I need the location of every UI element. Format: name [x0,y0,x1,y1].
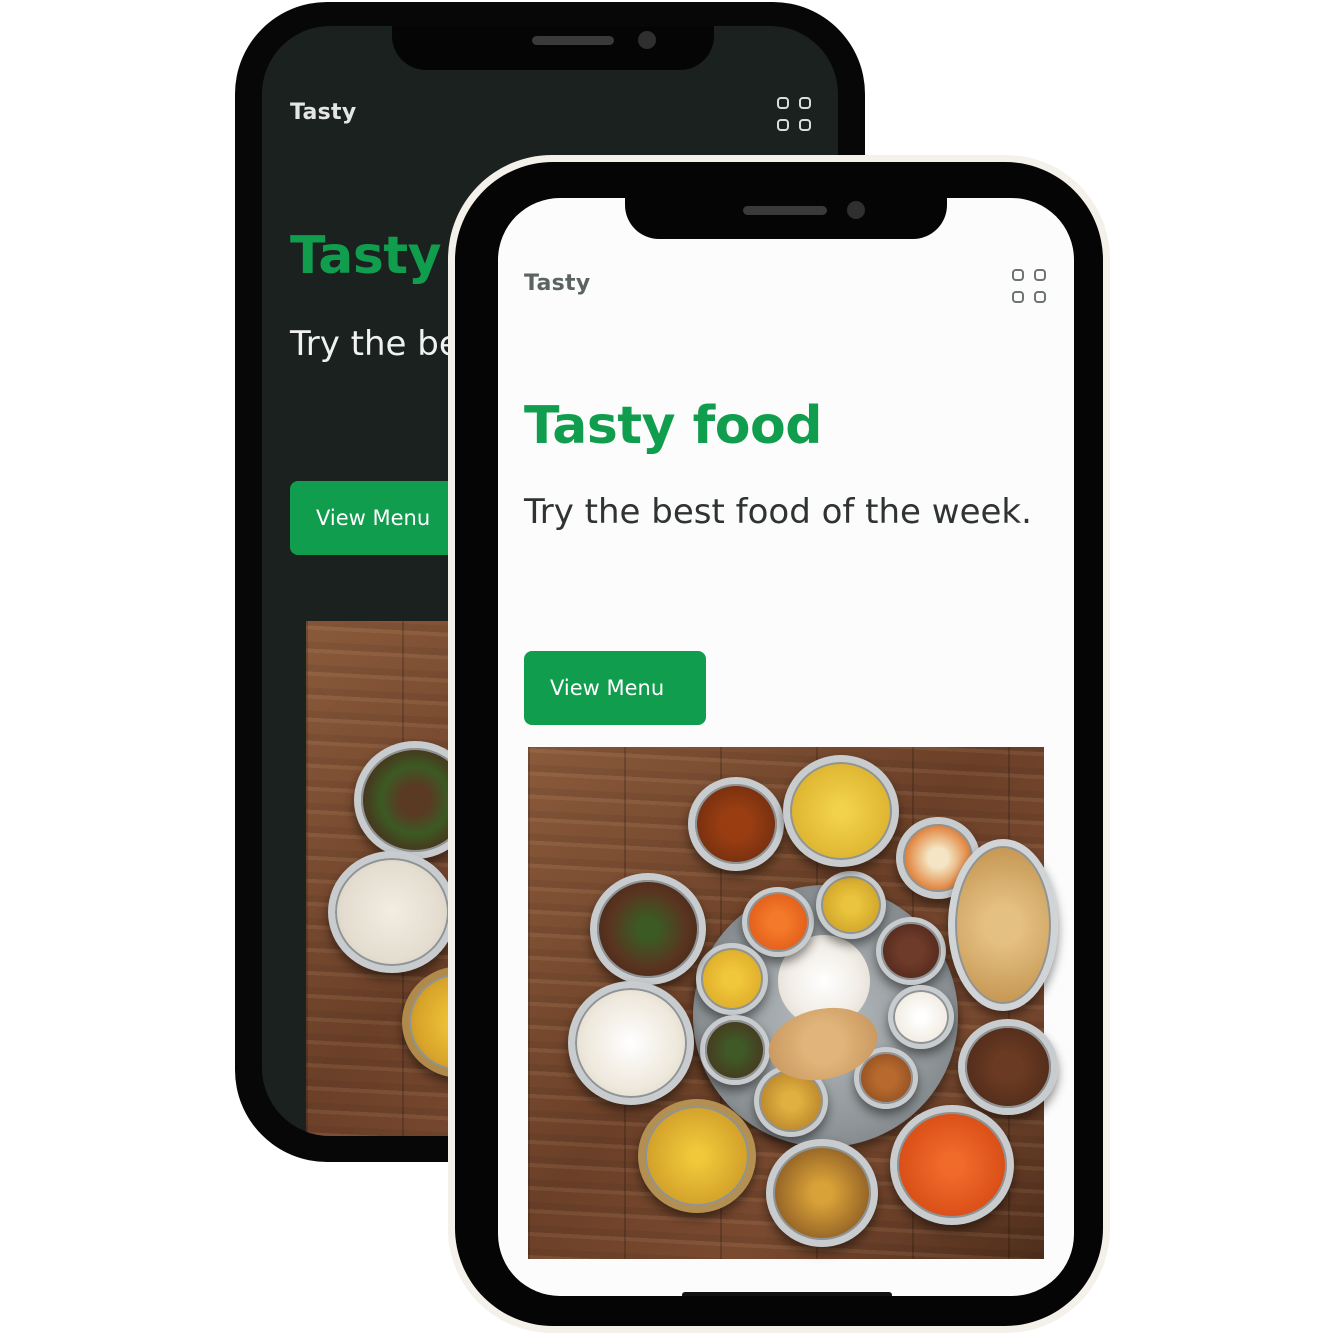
view-menu-button[interactable]: View Menu [524,651,706,725]
view-menu-label: View Menu [550,676,665,700]
view-menu-button[interactable]: View Menu [290,481,472,555]
camera-icon [638,31,656,49]
speaker [532,36,614,45]
hero-title: Tasty food [524,396,822,456]
speaker [743,206,827,215]
grid-icon[interactable] [1012,269,1046,303]
brand-logo[interactable]: Tasty [524,271,590,296]
home-indicator [682,1292,892,1296]
light-screen: Tasty Tasty food Try the best food of th… [498,198,1074,1296]
hero-subtitle: Try the best food of the week. [524,492,1032,532]
view-menu-label: View Menu [316,506,431,530]
notch [392,26,714,70]
phone-mockup-light: Tasty Tasty food Try the best food of th… [455,162,1103,1326]
camera-icon [847,201,865,219]
food-image [528,747,1058,1259]
notch [625,198,947,239]
brand-logo[interactable]: Tasty [290,100,356,125]
grid-icon[interactable] [777,97,811,131]
